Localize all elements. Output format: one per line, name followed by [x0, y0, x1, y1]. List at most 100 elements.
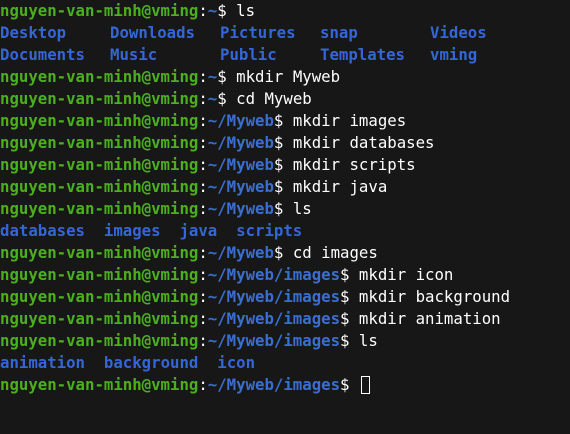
- prompt-line: nguyen-van-minh@vming:~/Myweb$ mkdir jav…: [0, 176, 570, 198]
- command-text: mkdir Myweb: [226, 67, 341, 86]
- prompt-user-host: nguyen-van-minh@vming: [0, 309, 199, 328]
- prompt-colon: :: [198, 155, 208, 174]
- prompt-user-host: nguyen-van-minh@vming: [0, 155, 199, 174]
- prompt-path: ~/Myweb: [207, 177, 274, 196]
- prompt-user-host: nguyen-van-minh@vming: [0, 243, 199, 262]
- command-text: mkdir background: [349, 287, 511, 306]
- prompt-path: ~/Myweb/images: [207, 265, 341, 284]
- prompt-path: ~: [207, 89, 218, 108]
- command-text: ls: [349, 331, 378, 350]
- command-text: ls: [283, 199, 312, 218]
- prompt-user-host: nguyen-van-minh@vming: [0, 1, 199, 20]
- prompt-dollar: $: [273, 111, 284, 130]
- directory-entry: Documents: [0, 45, 86, 64]
- directory-entry: databases: [0, 221, 86, 240]
- prompt-path: ~/Myweb/images: [207, 331, 341, 350]
- prompt-user-host: nguyen-van-minh@vming: [0, 133, 199, 152]
- prompt-path: ~/Myweb: [207, 243, 274, 262]
- directory-entry: Pictures: [220, 23, 296, 42]
- prompt-user-host: nguyen-van-minh@vming: [0, 331, 199, 350]
- prompt-path: ~/Myweb/images: [207, 375, 341, 394]
- prompt-user-host: nguyen-van-minh@vming: [0, 287, 199, 306]
- command-text: mkdir java: [283, 177, 388, 196]
- prompt-line: nguyen-van-minh@vming:~$ mkdir Myweb: [0, 66, 570, 88]
- directory-entry: Templates: [320, 45, 406, 64]
- prompt-dollar: $: [273, 177, 284, 196]
- prompt-colon: :: [198, 265, 208, 284]
- command-text: mkdir databases: [283, 133, 435, 152]
- command-text: [349, 375, 358, 394]
- prompt-colon: :: [198, 133, 208, 152]
- prompt-path: ~/Myweb: [207, 199, 274, 218]
- directory-entry: background: [103, 353, 199, 372]
- text-cursor[interactable]: [360, 376, 370, 394]
- prompt-user-host: nguyen-van-minh@vming: [0, 199, 199, 218]
- prompt-path: ~: [207, 1, 218, 20]
- prompt-colon: :: [198, 199, 208, 218]
- prompt-dollar: $: [273, 243, 284, 262]
- prompt-line: nguyen-van-minh@vming:~/Myweb/images$ mk…: [0, 308, 570, 330]
- command-text: ls: [226, 1, 256, 20]
- directory-entry: Public: [220, 45, 277, 64]
- directory-entry: images: [103, 221, 161, 240]
- command-text: cd images: [283, 243, 378, 262]
- directory-entry: vming: [430, 45, 478, 64]
- directory-entry: snap: [320, 23, 358, 42]
- prompt-line: nguyen-van-minh@vming:~$ ls: [0, 0, 570, 22]
- directory-entry: scripts: [236, 221, 303, 240]
- directory-entry: icon: [217, 353, 256, 372]
- prompt-line: nguyen-van-minh@vming:~/Myweb/images$: [0, 374, 570, 396]
- command-text: mkdir images: [283, 111, 407, 130]
- prompt-colon: :: [198, 67, 208, 86]
- prompt-user-host: nguyen-van-minh@vming: [0, 375, 199, 394]
- prompt-path: ~: [207, 67, 218, 86]
- ls-output-line: Desktop Downloads Pictures snap Videos: [0, 22, 570, 44]
- directory-entry: Music: [110, 45, 158, 64]
- prompt-colon: :: [198, 89, 208, 108]
- command-text: mkdir animation: [349, 309, 501, 328]
- prompt-line: nguyen-van-minh@vming:~/Myweb/images$ ls: [0, 330, 570, 352]
- prompt-path: ~/Myweb: [207, 133, 274, 152]
- prompt-user-host: nguyen-van-minh@vming: [0, 111, 199, 130]
- prompt-line: nguyen-van-minh@vming:~/Myweb$ ls: [0, 198, 570, 220]
- prompt-colon: :: [198, 177, 208, 196]
- prompt-line: nguyen-van-minh@vming:~/Myweb$ mkdir dat…: [0, 132, 570, 154]
- prompt-dollar: $: [217, 1, 227, 20]
- prompt-colon: :: [198, 287, 208, 306]
- prompt-dollar: $: [217, 89, 227, 108]
- prompt-user-host: nguyen-van-minh@vming: [0, 89, 199, 108]
- prompt-dollar: $: [217, 67, 227, 86]
- command-text: mkdir scripts: [283, 155, 416, 174]
- prompt-dollar: $: [273, 199, 284, 218]
- prompt-path: ~/Myweb/images: [207, 309, 341, 328]
- prompt-colon: :: [198, 375, 208, 394]
- prompt-user-host: nguyen-van-minh@vming: [0, 177, 199, 196]
- prompt-line: nguyen-van-minh@vming:~/Myweb$ cd images: [0, 242, 570, 264]
- prompt-line: nguyen-van-minh@vming:~/Myweb/images$ mk…: [0, 264, 570, 286]
- directory-entry: Desktop: [0, 23, 67, 42]
- prompt-path: ~/Myweb/images: [207, 287, 341, 306]
- prompt-line: nguyen-van-minh@vming:~/Myweb/images$ mk…: [0, 286, 570, 308]
- prompt-dollar: $: [273, 155, 284, 174]
- prompt-colon: :: [198, 1, 208, 20]
- prompt-colon: :: [198, 111, 208, 130]
- prompt-user-host: nguyen-van-minh@vming: [0, 67, 199, 86]
- command-text: cd Myweb: [226, 89, 312, 108]
- directory-entry: animation: [0, 353, 86, 372]
- prompt-path: ~/Myweb: [207, 155, 274, 174]
- directory-entry: Downloads: [110, 23, 196, 42]
- directory-entry: Videos: [430, 23, 487, 42]
- ls-output-line: databases images java scripts: [0, 220, 570, 242]
- prompt-dollar: $: [273, 133, 284, 152]
- prompt-colon: :: [198, 331, 208, 350]
- ls-output-line: Documents Music Public Templates vming: [0, 44, 570, 66]
- prompt-line: nguyen-van-minh@vming:~/Myweb$ mkdir scr…: [0, 154, 570, 176]
- prompt-colon: :: [198, 243, 208, 262]
- directory-entry: java: [179, 221, 218, 240]
- prompt-line: nguyen-van-minh@vming:~/Myweb$ mkdir ima…: [0, 110, 570, 132]
- command-text: mkdir icon: [349, 265, 454, 284]
- terminal-window[interactable]: nguyen-van-minh@vming:~$ ls Desktop Downlo…: [0, 0, 570, 434]
- prompt-path: ~/Myweb: [207, 111, 274, 130]
- prompt-colon: :: [198, 309, 208, 328]
- prompt-user-host: nguyen-van-minh@vming: [0, 265, 199, 284]
